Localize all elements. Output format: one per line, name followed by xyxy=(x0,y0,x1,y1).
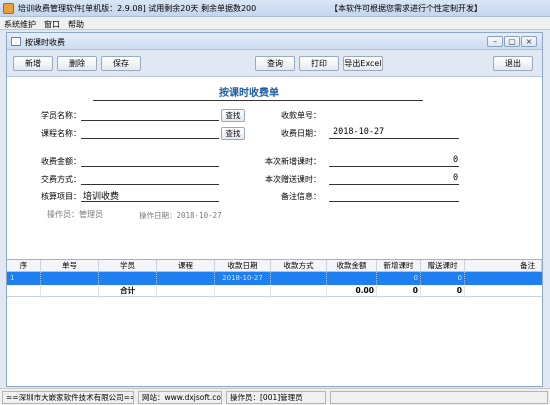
restore-button[interactable]: ▢ xyxy=(504,36,520,47)
cell-seq: 1 xyxy=(7,272,41,285)
receipt-date-input[interactable]: 2018-10-27 xyxy=(333,127,384,137)
col-header-date[interactable]: 收款日期 xyxy=(215,260,271,272)
cell-method xyxy=(271,272,327,285)
minimize-button[interactable]: – xyxy=(487,36,503,47)
app-title-bar: 培训收费管理软件[单机版：2.9.08] 试用剩余20天 剩余单据数200 【本… xyxy=(0,0,550,17)
total-new-hours: 0 xyxy=(377,285,421,297)
total-cell-seq xyxy=(7,285,41,297)
menu-item-window[interactable]: 窗口 xyxy=(44,19,60,30)
col-header-student[interactable]: 学员 xyxy=(99,260,157,272)
receipt-date-label: 收费日期： xyxy=(281,129,321,138)
status-website[interactable]: 网站：www.dxjsoft.com xyxy=(138,391,222,404)
cell-new-hours: 0 xyxy=(377,272,421,285)
save-button[interactable]: 保存 xyxy=(101,56,141,71)
export-excel-button[interactable]: 导出Excel xyxy=(343,56,383,71)
total-row: 合计 0.00 0 0 xyxy=(7,285,542,297)
app-title: 培训收费管理软件[单机版：2.9.08] 试用剩余20天 剩余单据数200 xyxy=(18,4,257,13)
col-header-amount[interactable]: 收款金额 xyxy=(327,260,377,272)
menu-item-help[interactable]: 帮助 xyxy=(68,19,84,30)
new-hours-underline xyxy=(329,166,459,167)
total-cell-no xyxy=(41,285,99,297)
exit-button[interactable]: 退出 xyxy=(493,56,533,71)
pay-method-label: 交费方式： xyxy=(41,175,81,184)
amount-label: 收费金额： xyxy=(41,157,81,166)
app-logo-icon xyxy=(3,3,14,14)
status-operator: 操作员：[001]管理员 xyxy=(226,391,326,404)
new-hours-input[interactable]: 0 xyxy=(453,155,458,165)
col-header-no[interactable]: 单号 xyxy=(41,260,99,272)
student-underline xyxy=(81,120,219,121)
col-header-remark[interactable]: 备注 xyxy=(465,260,542,272)
col-header-gift-hours[interactable]: 赠送课时 xyxy=(421,260,465,272)
amount-underline xyxy=(81,166,219,167)
table-row[interactable]: 1 2018-10-27 0 0 xyxy=(7,272,542,285)
col-header-course[interactable]: 课程 xyxy=(157,260,215,272)
remark-underline xyxy=(329,201,459,202)
window-icon xyxy=(11,37,21,46)
window-title-bar: 按课时收费 – ▢ × xyxy=(7,33,542,50)
remark-label: 备注信息： xyxy=(281,192,321,201)
col-header-new-hours[interactable]: 新增课时 xyxy=(377,260,421,272)
cell-amount xyxy=(327,272,377,285)
op-date-label: 操作日期：2018-10-27 xyxy=(139,211,222,220)
course-label: 课程名称： xyxy=(41,129,81,138)
records-grid: 序 单号 学员 课程 收款日期 收款方式 收款金额 新增课时 赠送课时 备注 1… xyxy=(7,259,542,386)
total-cell-date xyxy=(215,285,271,297)
total-label: 合计 xyxy=(99,285,157,297)
student-label: 学员名称： xyxy=(41,111,81,120)
total-cell-method xyxy=(271,285,327,297)
total-amount: 0.00 xyxy=(327,285,377,297)
find-student-button[interactable]: 查找 xyxy=(221,109,245,122)
cell-gift-hours: 0 xyxy=(421,272,465,285)
fee-window: 按课时收费 – ▢ × 新增 删除 保存 查询 打印 导出Excel 退出 按课… xyxy=(6,32,543,387)
account-label: 核算项目： xyxy=(41,192,81,201)
toolbar: 新增 删除 保存 查询 打印 导出Excel 退出 xyxy=(7,50,542,77)
menu-item-system[interactable]: 系统维护 xyxy=(4,19,36,30)
cell-course xyxy=(157,272,215,285)
app-slogan: 【本软件可根据您需求进行个性定制开发】 xyxy=(330,4,482,13)
total-cell-course xyxy=(157,285,215,297)
form-heading: 按课时收费单 xyxy=(219,88,279,99)
gift-hours-label: 本次赠送课时： xyxy=(265,175,321,184)
course-underline xyxy=(81,138,219,139)
receipt-no-label: 收款单号： xyxy=(281,111,321,120)
account-underline xyxy=(81,201,219,202)
heading-underline xyxy=(93,100,423,101)
pay-method-underline xyxy=(81,184,219,185)
status-empty xyxy=(330,391,548,404)
receipt-date-underline xyxy=(329,138,459,139)
new-hours-label: 本次新增课时： xyxy=(265,157,321,166)
query-button[interactable]: 查询 xyxy=(255,56,295,71)
status-bar: ==深圳市大嵌家软件技术有限公司== 网站：www.dxjsoft.com 操作… xyxy=(0,388,550,405)
add-button[interactable]: 新增 xyxy=(13,56,53,71)
delete-button[interactable]: 删除 xyxy=(57,56,97,71)
window-title: 按课时收费 xyxy=(25,38,65,47)
print-button[interactable]: 打印 xyxy=(299,56,339,71)
cell-no xyxy=(41,272,99,285)
menu-bar: 系统维护 窗口 帮助 xyxy=(0,17,550,30)
find-course-button[interactable]: 查找 xyxy=(221,127,245,140)
fee-form: 按课时收费单 学员名称： 查找 课程名称： 查找 收费金额： 交费方式： 核算项… xyxy=(7,78,542,258)
gift-hours-input[interactable]: 0 xyxy=(453,173,458,183)
operator-label: 操作员：管理员 xyxy=(47,210,103,219)
col-header-seq[interactable]: 序 xyxy=(7,260,41,272)
gift-hours-underline xyxy=(329,184,459,185)
total-gift-hours: 0 xyxy=(421,285,465,297)
close-button[interactable]: × xyxy=(521,36,537,47)
status-company: ==深圳市大嵌家软件技术有限公司== xyxy=(2,391,134,404)
cell-student xyxy=(99,272,157,285)
cell-date: 2018-10-27 xyxy=(215,272,271,285)
col-header-method[interactable]: 收款方式 xyxy=(271,260,327,272)
